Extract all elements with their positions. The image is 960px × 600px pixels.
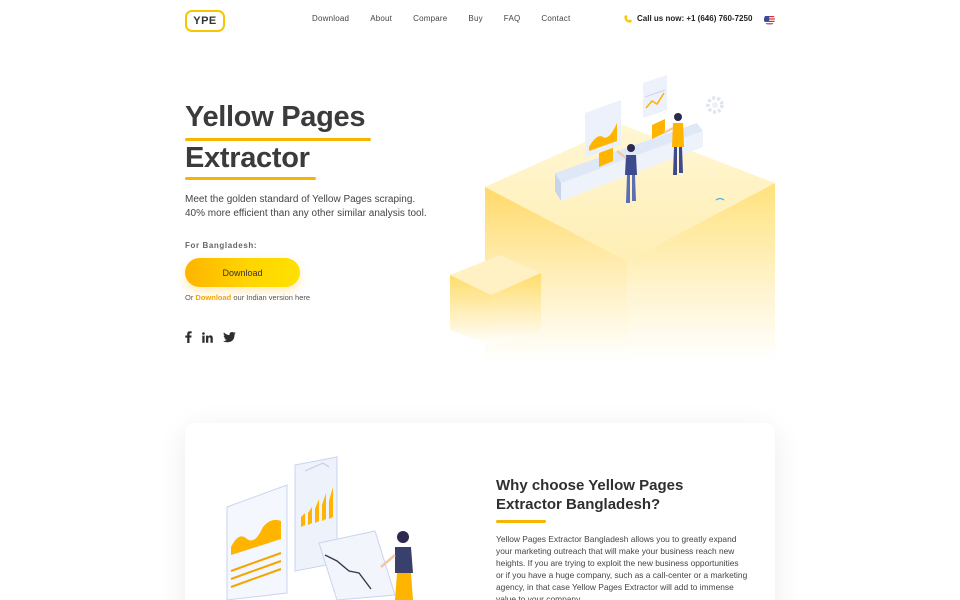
call-us[interactable]: Call us now: +1 (646) 760-7250 xyxy=(624,14,752,23)
hero-description: Meet the golden standard of Yellow Pages… xyxy=(185,193,455,221)
download-button[interactable]: Download xyxy=(185,258,300,287)
nav-link-faq[interactable]: FAQ xyxy=(504,14,521,23)
alt-prefix: Or xyxy=(185,293,196,302)
nav-link-compare[interactable]: Compare xyxy=(413,14,447,23)
nav-link-buy[interactable]: Buy xyxy=(468,14,482,23)
alt-version-line: Or Download our Indian version here xyxy=(185,293,310,302)
hero-isometric-illustration xyxy=(450,75,775,360)
feature-title: Why choose Yellow Pages Extractor Bangla… xyxy=(496,477,684,513)
nav-link-contact[interactable]: Contact xyxy=(541,14,570,23)
hero-title-line2: Extractor xyxy=(185,142,310,174)
us-flag-icon[interactable] xyxy=(764,14,775,25)
title-underline-2 xyxy=(185,177,316,180)
feature-title-underline xyxy=(496,520,546,523)
for-country-label: For Bangladesh: xyxy=(185,241,258,250)
analytics-illustration xyxy=(226,456,413,600)
title-underline-1 xyxy=(185,138,371,141)
twitter-icon[interactable] xyxy=(223,330,236,348)
hero-desc-line2: 40% more efficient than any other simila… xyxy=(185,208,427,219)
nav-link-about[interactable]: About xyxy=(370,14,392,23)
facebook-icon[interactable] xyxy=(185,330,192,348)
hero-title-line1: Yellow Pages xyxy=(185,101,366,133)
top-navbar: YPE Download About Compare Buy FAQ Conta… xyxy=(0,0,960,40)
hero-desc-line1: Meet the golden standard of Yellow Pages… xyxy=(185,194,416,205)
social-links xyxy=(185,330,246,348)
linkedin-icon[interactable] xyxy=(202,330,213,348)
call-us-text: Call us now: +1 (646) 760-7250 xyxy=(637,14,753,23)
feature-text: Yellow Pages Extractor Bangladesh allows… xyxy=(496,534,748,600)
phone-icon xyxy=(624,14,632,23)
indian-version-download-link[interactable]: Download xyxy=(195,293,231,302)
nav-links: Download About Compare Buy FAQ Contact xyxy=(312,14,570,23)
nav-link-download[interactable]: Download xyxy=(312,14,349,23)
alt-suffix: our Indian version here xyxy=(231,293,311,302)
logo[interactable]: YPE xyxy=(185,10,225,32)
